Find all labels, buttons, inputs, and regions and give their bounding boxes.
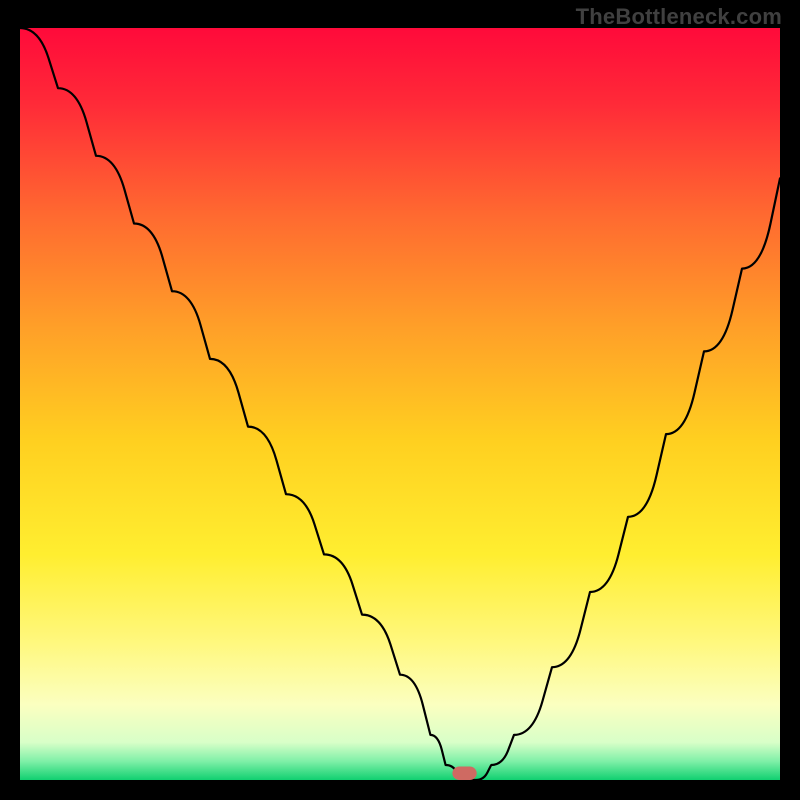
gradient-background — [20, 28, 780, 780]
chart-frame: TheBottleneck.com — [0, 0, 800, 800]
bottleneck-chart — [20, 28, 780, 780]
watermark-text: TheBottleneck.com — [576, 4, 782, 30]
bottleneck-marker — [452, 767, 476, 781]
